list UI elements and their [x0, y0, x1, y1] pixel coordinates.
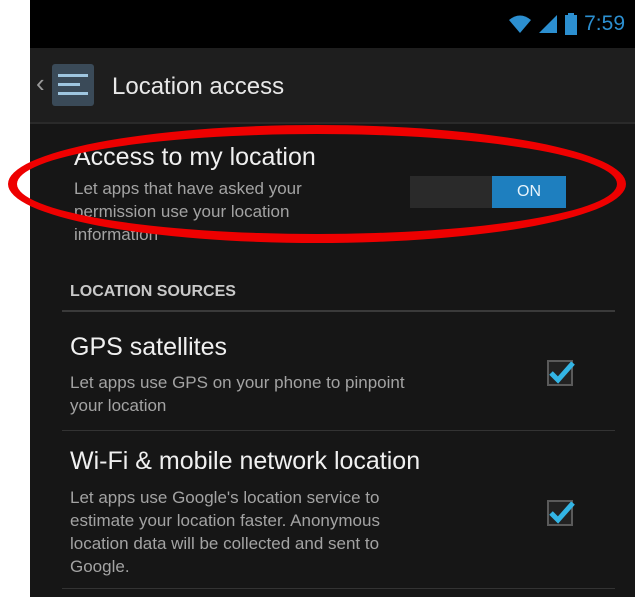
settings-screen: 7:59 ‹ Location access Access to my loca…	[30, 0, 635, 597]
action-bar: ‹ Location access	[30, 48, 635, 124]
wifi-checkbox[interactable]	[547, 500, 575, 526]
wifi-title: Wi-Fi & mobile network location	[70, 447, 421, 475]
row-divider	[62, 430, 615, 431]
status-icons: 7:59	[508, 10, 625, 38]
checkmark-icon	[549, 361, 575, 384]
battery-icon	[565, 13, 578, 35]
red-ellipse-annotation	[8, 125, 626, 243]
wifi-subtitle-2: estimate your location faster. Anonymous	[70, 511, 380, 530]
gps-title: GPS satellites	[70, 333, 228, 361]
wifi-icon	[509, 15, 532, 33]
back-caret-icon[interactable]: ‹	[36, 70, 45, 96]
status-bar: 7:59	[30, 0, 635, 48]
settings-app-icon[interactable]	[52, 64, 94, 106]
wifi-subtitle-3: location data will be collected and sent…	[70, 534, 380, 553]
gps-subtitle-2: your location	[70, 396, 167, 415]
signal-icon	[539, 15, 558, 33]
row-divider	[62, 588, 615, 589]
gps-checkbox[interactable]	[547, 360, 575, 386]
wifi-subtitle-4: Google.	[70, 557, 130, 576]
wifi-subtitle-1: Let apps use Google's location service t…	[70, 488, 380, 507]
status-time: 7:59	[584, 12, 625, 35]
section-header: LOCATION SOURCES	[70, 283, 236, 300]
checkmark-icon	[549, 501, 575, 524]
section-divider	[62, 310, 615, 312]
page-title: Location access	[112, 73, 285, 100]
gps-subtitle-1: Let apps use GPS on your phone to pinpoi…	[70, 373, 405, 392]
